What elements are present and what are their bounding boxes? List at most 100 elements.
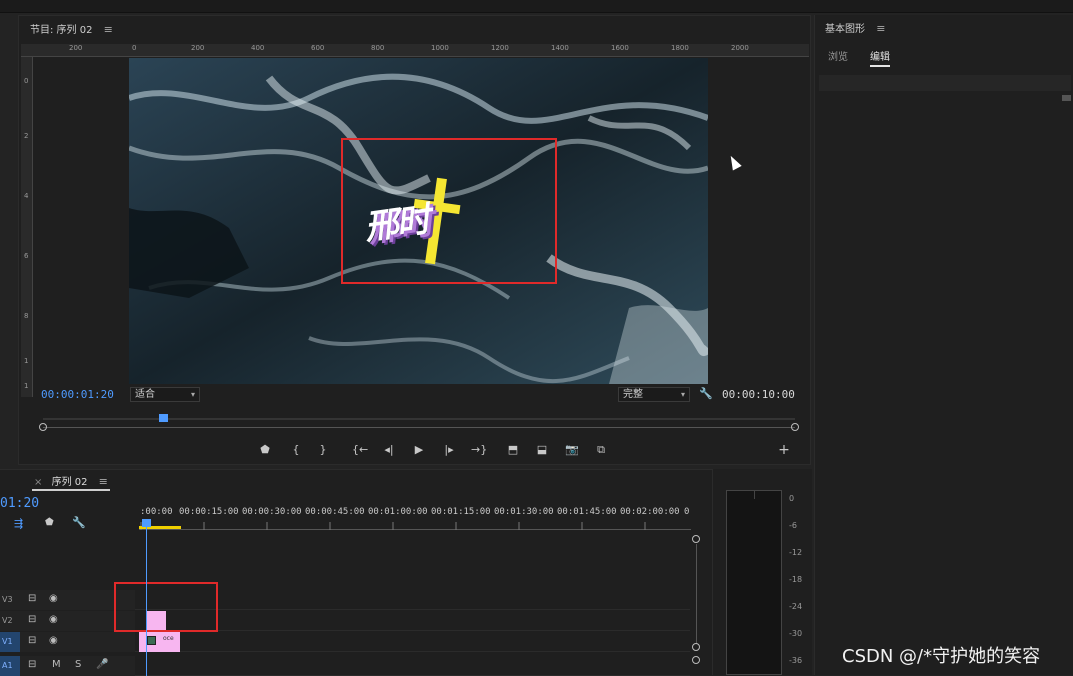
track-sync-lock-icon[interactable]: ⊟ (28, 635, 36, 646)
mark-in-button[interactable]: { (289, 443, 303, 457)
ruler-h-label: 1400 (551, 44, 569, 52)
ruler-h-label: 1600 (611, 44, 629, 52)
audio-meter-panel: 0 -6 -12 -18 -24 -30 -36 (712, 469, 812, 675)
program-monitor-title-text: 节目: 序列 02 (30, 25, 93, 36)
track-name[interactable]: A1 (2, 661, 13, 670)
wrench-icon[interactable]: 🔧 (699, 387, 713, 400)
ruler-v-label: 0 (24, 77, 29, 85)
watermark-text: CSDN @/*守护她的笑容 (842, 646, 1041, 667)
horizontal-ruler: 200 0 200 400 600 800 1000 1200 1400 160… (21, 44, 809, 57)
program-scrub-bar[interactable] (39, 414, 799, 434)
ruler-v-label: 6 (24, 252, 29, 260)
wrench-icon[interactable]: 🔧 (72, 516, 86, 529)
db-label: -30 (789, 629, 803, 638)
scrub-right-handle[interactable] (791, 423, 799, 431)
scrub-track (43, 427, 795, 428)
snap-icon[interactable]: ⇶ (14, 517, 23, 530)
step-forward-button[interactable]: |▸ (442, 443, 456, 457)
ruler-h-label: 400 (251, 44, 265, 52)
track-header-a1: A1 ⊟ M S 🎤 (0, 656, 135, 676)
play-button[interactable]: ▶ (412, 443, 426, 457)
ruler-h-label: 800 (371, 44, 385, 52)
track-sync-lock-icon[interactable]: ⊟ (28, 593, 36, 604)
playhead-marker[interactable] (159, 414, 168, 422)
essential-graphics-title-text: 基本图形 (825, 24, 865, 35)
vertical-ruler: 0 2 4 6 8 1 1 (21, 57, 33, 397)
panel-menu-icon[interactable]: ≡ (104, 23, 113, 36)
ruler-v-label: 8 (24, 312, 29, 320)
track-name[interactable]: V2 (2, 616, 13, 625)
db-label: -18 (789, 575, 803, 584)
title-selection-highlight (341, 138, 557, 284)
export-frame-camera-icon[interactable]: 📷 (565, 443, 579, 457)
db-label: 0 (789, 494, 795, 503)
chevron-down-icon: ▾ (680, 390, 685, 399)
timeline-playhead-line (146, 520, 147, 676)
clip-thumbnail (147, 636, 156, 645)
panel-menu-icon[interactable]: ≡ (99, 475, 108, 488)
track-name[interactable]: V3 (2, 595, 13, 604)
ruler-h-label: 600 (311, 44, 325, 52)
sequence-tab[interactable]: × 序列 02 ≡ (32, 473, 110, 491)
ruler-v-label: 2 (24, 132, 29, 140)
quality-dropdown-value: 完整 (623, 389, 643, 400)
comparison-view-button[interactable]: ⧉ (594, 443, 608, 457)
meter-divider (754, 490, 755, 499)
db-label: -36 (789, 656, 803, 665)
ruler-v-label: 4 (24, 192, 29, 200)
ruler-h-label: 200 (191, 44, 205, 52)
scroll-bottom-handle[interactable] (692, 643, 700, 651)
db-label: -24 (789, 602, 803, 611)
panel-menu-icon[interactable]: ≡ (876, 22, 885, 35)
solo-button[interactable]: S (75, 659, 81, 670)
timeline-timecode[interactable]: 01:20 (0, 496, 39, 511)
eye-icon[interactable]: ◉ (49, 593, 58, 604)
go-to-out-button[interactable]: →} (471, 443, 487, 457)
track-sync-lock-icon[interactable]: ⊟ (28, 659, 36, 670)
scroll-handle[interactable] (692, 656, 700, 664)
ruler-h-label: 0 (132, 44, 137, 52)
essential-graphics-title: 基本图形 ≡ (825, 20, 885, 35)
track-row-a1: A1 ⊟ M S 🎤 (0, 656, 690, 676)
tab-browse[interactable]: 浏览 (828, 48, 848, 63)
program-duration: 00:00:10:00 (722, 388, 795, 401)
mark-out-button[interactable]: } (316, 443, 330, 457)
eye-icon[interactable]: ◉ (49, 635, 58, 646)
sequence-tab-label: 序列 02 (51, 477, 88, 488)
close-icon[interactable]: × (34, 477, 42, 488)
step-back-button[interactable]: ◂| (382, 443, 396, 457)
timeline-ruler[interactable] (139, 516, 691, 530)
eye-icon[interactable]: ◉ (49, 614, 58, 625)
add-marker-icon[interactable]: ⬟ (45, 517, 54, 528)
tab-edit[interactable]: 编辑 (870, 48, 890, 67)
mute-button[interactable]: M (52, 659, 61, 670)
scroll-top-handle[interactable] (692, 535, 700, 543)
go-to-in-button[interactable]: {← (352, 443, 368, 457)
add-marker-button[interactable]: ⬟ (258, 443, 272, 457)
track-row-v1: V1 ⊟ ◉ (0, 632, 690, 652)
ruler-h-label: 1800 (671, 44, 689, 52)
timeline-panel: × 序列 02 ≡ 01:20 ⇶ ⬟ 🔧 :00:00 00:00:15:00… (0, 469, 712, 676)
program-monitor-title: 节目: 序列 02 ≡ (30, 21, 113, 36)
fit-dropdown[interactable]: 适合 ▾ (130, 387, 200, 402)
db-label: -12 (789, 548, 803, 557)
track-name[interactable]: V1 (2, 637, 13, 646)
track-sync-lock-icon[interactable]: ⊟ (28, 614, 36, 625)
add-button[interactable]: + (777, 443, 791, 457)
layer-list-header (819, 75, 1071, 91)
ruler-v-label: 1 (24, 382, 29, 390)
track-header-v1: V1 ⊟ ◉ (0, 632, 135, 652)
extract-button[interactable]: ⬓ (535, 443, 549, 457)
folder-icon[interactable] (1062, 95, 1071, 101)
microphone-icon[interactable]: 🎤 (96, 659, 108, 670)
top-strip (0, 0, 1073, 13)
lift-button[interactable]: ⬒ (506, 443, 520, 457)
quality-dropdown[interactable]: 完整 ▾ (618, 387, 690, 402)
scrub-ticks (43, 418, 795, 420)
scrub-left-handle[interactable] (39, 423, 47, 431)
vertical-scrollbar[interactable] (696, 544, 697, 644)
clip-name: oce (163, 635, 174, 642)
audio-meter-bars (726, 490, 782, 675)
program-current-timecode[interactable]: 00:00:01:20 (41, 388, 114, 401)
ruler-v-label: 1 (24, 357, 29, 365)
